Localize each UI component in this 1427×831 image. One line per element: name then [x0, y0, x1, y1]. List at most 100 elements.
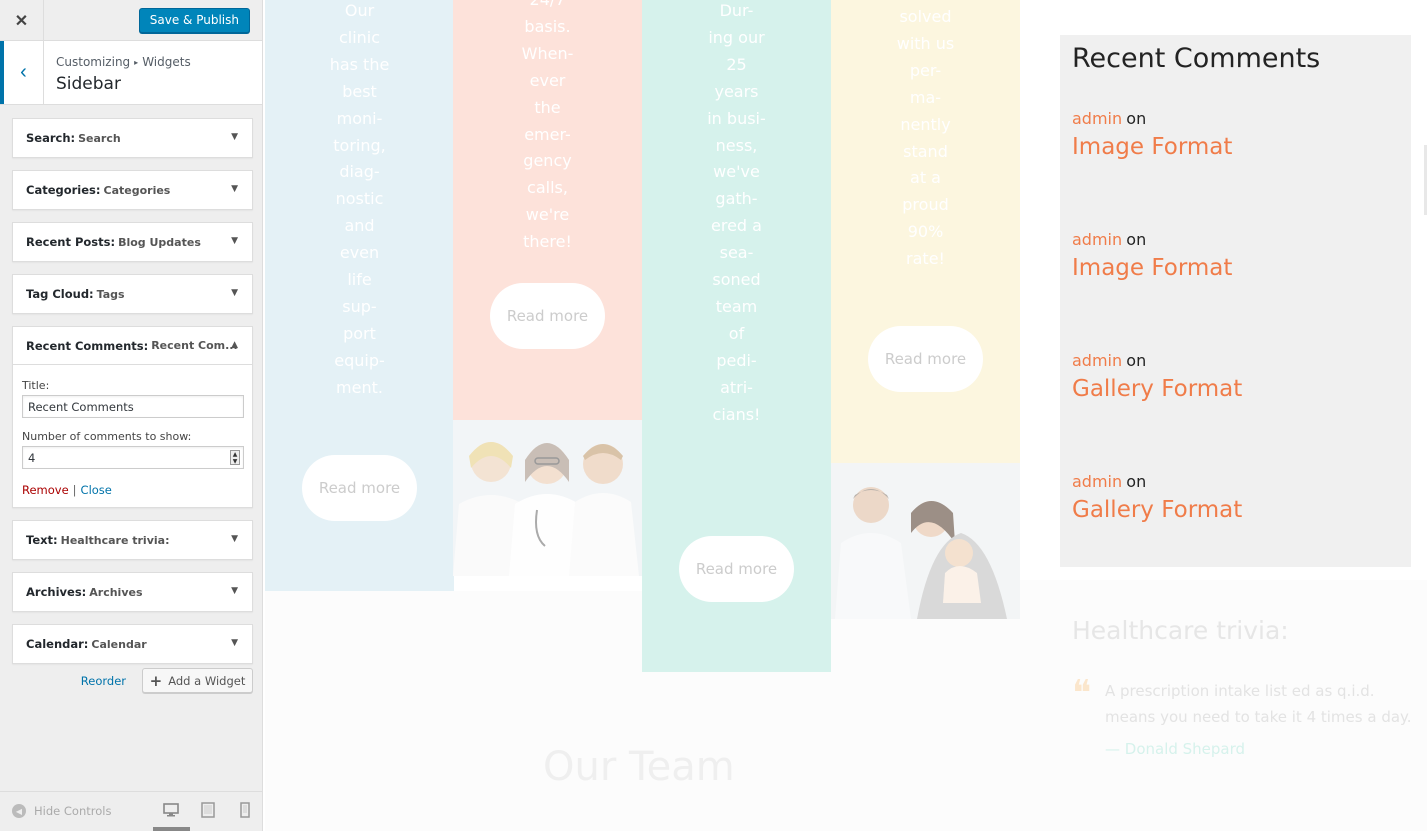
doctors-photo — [453, 420, 642, 576]
widget-footer: Reorder + Add a Widget — [12, 668, 253, 694]
widget-header[interactable]: Recent Posts: Blog Updates ▼ — [13, 223, 252, 261]
plus-icon: + — [149, 671, 163, 690]
widget-title: Healthcare trivia: — [60, 533, 170, 547]
pediatrician-photo — [831, 463, 1020, 619]
widget-type: Categories: — [26, 183, 101, 197]
widget-type: Tag Cloud: — [26, 287, 94, 301]
widget-title: Archives — [89, 585, 143, 599]
widget-archives: Archives: Archives ▼ — [12, 572, 253, 612]
comment-post-link[interactable]: Gallery Format — [1072, 497, 1242, 523]
widget-header[interactable]: Categories: Categories ▼ — [13, 171, 252, 209]
comment-author-link[interactable]: admin — [1072, 472, 1122, 491]
close-widget-link[interactable]: Close — [81, 483, 112, 497]
desktop-preview-icon[interactable] — [162, 802, 180, 820]
comment-item: admin on Gallery Format — [1072, 351, 1242, 402]
widget-tag-cloud: Tag Cloud: Tags ▼ — [12, 274, 253, 314]
save-publish-button[interactable]: Save & Publish — [138, 8, 250, 33]
widget-header[interactable]: Search: Search ▼ — [13, 119, 252, 157]
widget-type: Calendar: — [26, 637, 89, 651]
add-widget-button[interactable]: + Add a Widget — [142, 668, 253, 693]
caret-down-icon[interactable]: ▼ — [231, 638, 238, 648]
comment-author-link[interactable]: admin — [1072, 351, 1122, 370]
widget-recent-comments: Recent Comments:Recent Com... ▲ Title: N… — [12, 326, 253, 508]
read-more-button[interactable]: Read more — [490, 283, 605, 349]
quote-icon: ❝ — [1072, 672, 1092, 713]
breadcrumb: Customizing ▸ Widgets — [56, 55, 191, 69]
trivia-title: Healthcare trivia: — [1072, 616, 1289, 645]
widget-header[interactable]: Text: Healthcare trivia: ▼ — [13, 521, 252, 559]
active-device-indicator — [153, 827, 190, 831]
recent-comments-widget: Recent Comments admin on Image Format ad… — [1060, 35, 1411, 567]
widget-type: Recent Comments: — [26, 338, 149, 353]
breadcrumb-current: Widgets — [142, 55, 191, 69]
read-more-button[interactable]: Read more — [868, 326, 983, 392]
comment-post-link[interactable]: Image Format — [1072, 134, 1232, 160]
customizer-header: ✕ Save & Publish — [0, 0, 262, 41]
widget-title: Categories — [103, 183, 171, 197]
title-label: Title: — [22, 379, 50, 392]
widget-header[interactable]: Tag Cloud: Tags ▼ — [13, 275, 252, 313]
caret-down-icon[interactable]: ▼ — [231, 132, 238, 142]
add-widget-label: Add a Widget — [168, 673, 246, 688]
widget-header[interactable]: Recent Comments: Recent Com... ▲ — [13, 327, 252, 365]
comment-post-link[interactable]: Gallery Format — [1072, 376, 1242, 402]
comment-item: admin on Image Format — [1072, 109, 1232, 160]
comment-item: admin on Gallery Format — [1072, 472, 1242, 523]
action-separator: | — [72, 483, 77, 497]
arrow-left-circle-icon: ◀ — [12, 804, 26, 818]
read-more-button[interactable]: Read more — [302, 455, 417, 521]
widget-type: Text: — [26, 533, 58, 547]
hide-controls-button[interactable]: ◀ Hide Controls — [12, 804, 111, 818]
breadcrumb-separator-icon: ▸ — [134, 58, 139, 67]
caret-down-icon[interactable]: ▼ — [231, 288, 238, 298]
widget-title: Calendar — [91, 637, 147, 651]
caret-down-icon[interactable]: ▼ — [231, 586, 238, 596]
widget-header[interactable]: Calendar: Calendar ▼ — [13, 625, 252, 663]
recent-comments-title: Recent Comments — [1072, 43, 1321, 74]
section-header: ‹ Customizing ▸ Widgets Sidebar — [0, 41, 262, 105]
site-preview: Our clinic has the best moni- toring, di… — [263, 0, 1427, 831]
comment-on-text: on — [1126, 109, 1147, 128]
comment-author-link[interactable]: admin — [1072, 109, 1122, 128]
comment-count-input[interactable] — [22, 446, 244, 469]
widget-type: Search: — [26, 131, 76, 145]
comment-post-link[interactable]: Image Format — [1072, 255, 1232, 281]
widget-type: Recent Posts: — [26, 235, 116, 249]
customizer-footer: ◀ Hide Controls — [0, 791, 262, 831]
comment-author-link[interactable]: admin — [1072, 230, 1122, 249]
customizer-panel: ✕ Save & Publish ‹ Customizing ▸ Widgets S… — [0, 0, 263, 831]
comment-count-label: Number of comments to show: — [22, 430, 192, 443]
feature-column: Dur- ing our 25 years in busi- ness, we'… — [642, 0, 831, 672]
widget-recent-posts: Recent Posts: Blog Updates ▼ — [12, 222, 253, 262]
column-text: 24/7 basis. When- ever the emer- gency c… — [521, 0, 574, 252]
number-spinner-icon[interactable]: ▲ ▼ — [230, 450, 240, 465]
caret-up-icon[interactable]: ▲ — [231, 340, 238, 350]
comment-on-text: on — [1126, 230, 1147, 249]
remove-widget-link[interactable]: Remove — [22, 483, 69, 497]
reorder-link[interactable]: Reorder — [81, 674, 126, 688]
tablet-preview-icon[interactable] — [199, 802, 217, 820]
widget-title: Tags — [96, 287, 125, 301]
widget-list: Search: Search ▼ Categories: Categories ▼ … — [12, 118, 253, 676]
read-more-button[interactable]: Read more — [679, 536, 794, 602]
comment-item: admin on Image Format — [1072, 230, 1232, 281]
feature-column: 24/7 basis. When- ever the emer- gency c… — [453, 0, 642, 420]
hide-controls-label: Hide Controls — [34, 804, 112, 818]
caret-down-icon[interactable]: ▼ — [231, 534, 238, 544]
breadcrumb-root: Customizing — [56, 55, 131, 69]
chevron-left-icon: ‹ — [20, 61, 27, 83]
trivia-author: — Donald Shepard — [1105, 740, 1246, 758]
close-customizer-button[interactable]: ✕ — [0, 0, 44, 41]
mobile-preview-icon[interactable] — [236, 802, 254, 820]
feature-column: Our clinic has the best moni- toring, di… — [265, 0, 454, 591]
widget-calendar: Calendar: Calendar ▼ — [12, 624, 253, 664]
caret-down-icon[interactable]: ▼ — [231, 236, 238, 246]
caret-down-icon[interactable]: ▼ — [231, 184, 238, 194]
section-title: Sidebar — [56, 74, 121, 94]
widget-type: Archives: — [26, 585, 87, 599]
widget-header[interactable]: Archives: Archives ▼ — [13, 573, 252, 611]
title-input[interactable] — [22, 395, 244, 418]
comment-on-text: on — [1126, 351, 1147, 370]
widget-title: Blog Updates — [118, 235, 201, 249]
back-button[interactable]: ‹ — [0, 41, 44, 104]
